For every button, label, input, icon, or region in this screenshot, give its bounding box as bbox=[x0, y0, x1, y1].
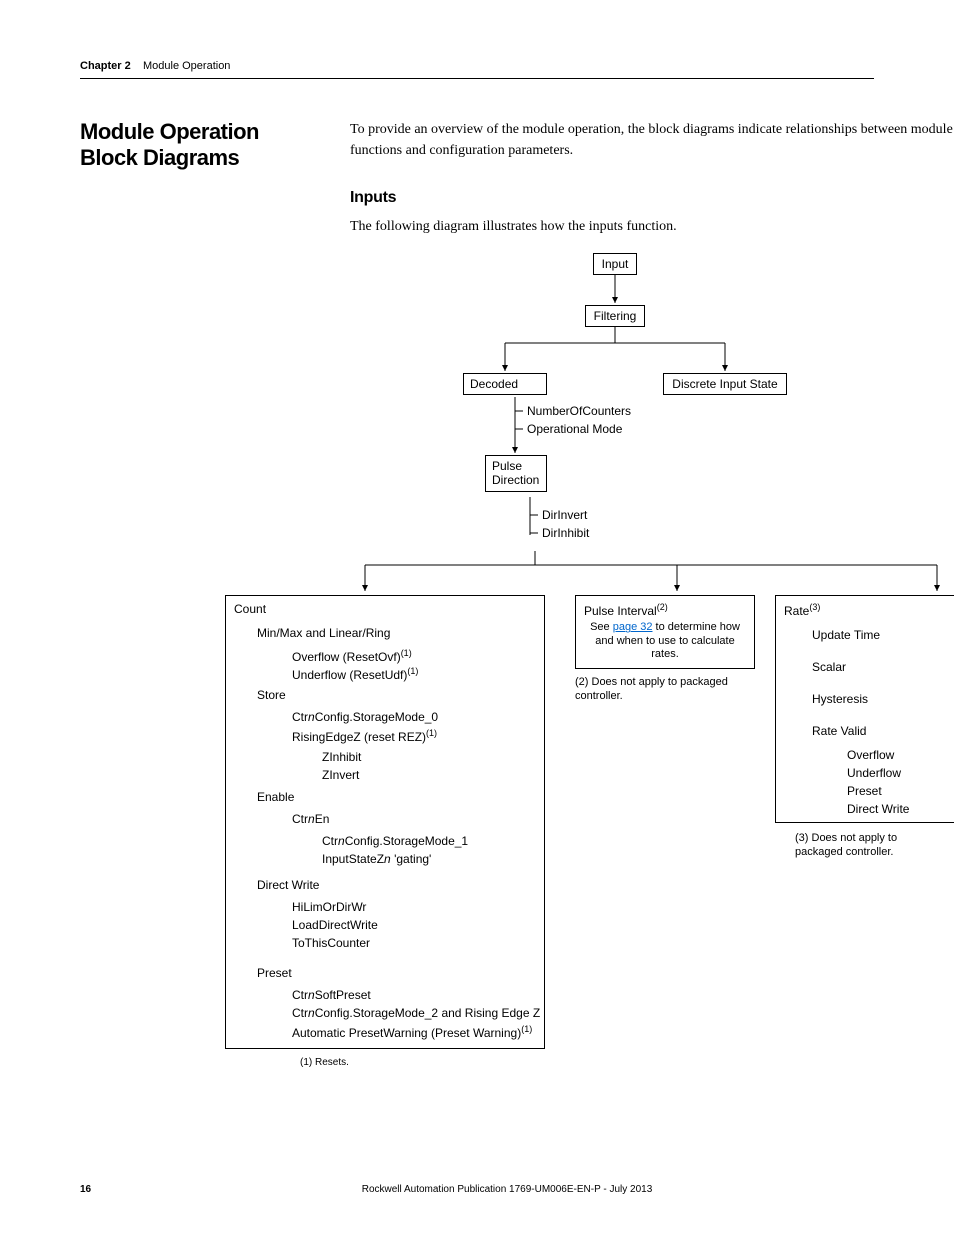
box-decoded: Decoded bbox=[463, 373, 547, 395]
label-rate-valid: Rate Valid bbox=[812, 724, 866, 740]
rate-title: Rate(3) bbox=[784, 602, 946, 618]
label-update-time: Update Time bbox=[812, 628, 880, 644]
box-pulse-direction: Pulse Direction bbox=[485, 455, 547, 492]
label-underflow-resetudf: Underflow (ResetUdf)(1) bbox=[292, 666, 418, 684]
label-loaddirectwrite: LoadDirectWrite bbox=[292, 918, 378, 934]
section-title: Module Operation Block Diagrams bbox=[80, 119, 320, 172]
page-number: 16 bbox=[80, 1184, 140, 1195]
label-storagemode-2: CtrnConfig.StorageMode_2 and Rising Edge… bbox=[292, 1006, 540, 1022]
footnote-2: (2) Does not apply to packaged controlle… bbox=[575, 675, 740, 704]
label-ctrn-softpreset: CtrnSoftPreset bbox=[292, 988, 371, 1004]
label-zinhibit: ZInhibit bbox=[322, 750, 361, 766]
intro-text: To provide an overview of the module ope… bbox=[350, 119, 954, 161]
publication-id: Rockwell Automation Publication 1769-UM0… bbox=[140, 1184, 874, 1195]
subsection-intro: The following diagram illustrates how th… bbox=[350, 219, 954, 235]
label-dirinhibit: DirInhibit bbox=[542, 526, 589, 542]
page-footer: 16 Rockwell Automation Publication 1769-… bbox=[80, 1184, 874, 1195]
chapter-label: Chapter 2 bbox=[80, 60, 131, 72]
box-filtering: Filtering bbox=[585, 305, 645, 327]
label-rate-directwrite: Direct Write bbox=[847, 802, 909, 818]
label-hilimordirwr: HiLimOrDirWr bbox=[292, 900, 366, 916]
label-hysteresis: Hysteresis bbox=[812, 692, 868, 708]
box-pulse-interval: Pulse Interval(2) See page 32 to determi… bbox=[575, 595, 755, 669]
inputs-block-diagram: Input Filtering Decoded Discrete Input S… bbox=[195, 253, 954, 1113]
label-storagemode-1: CtrnConfig.StorageMode_1 bbox=[322, 834, 468, 850]
running-head: Chapter 2 Module Operation bbox=[80, 60, 874, 72]
label-storagemode-0: CtrnConfig.StorageMode_0 bbox=[292, 710, 438, 726]
label-ctrn-en: CtrnEn bbox=[292, 812, 329, 828]
label-minmax: Min/Max and Linear/Ring bbox=[257, 626, 390, 642]
label-store: Store bbox=[257, 688, 286, 704]
label-directwrite: Direct Write bbox=[257, 878, 319, 894]
label-enable: Enable bbox=[257, 790, 294, 806]
label-operational-mode: Operational Mode bbox=[527, 422, 622, 438]
pulse-interval-title: Pulse Interval(2) bbox=[584, 602, 746, 618]
footnote-3: (3) Does not apply to packaged controlle… bbox=[795, 831, 935, 860]
box-input: Input bbox=[593, 253, 637, 275]
footnote-1: (1) Resets. bbox=[300, 1057, 349, 1068]
box-discrete-input-state: Discrete Input State bbox=[663, 373, 787, 395]
label-scalar: Scalar bbox=[812, 660, 846, 676]
label-tothiscounter: ToThisCounter bbox=[292, 936, 370, 952]
label-auto-presetwarning: Automatic PresetWarning (Preset Warning)… bbox=[292, 1024, 532, 1042]
pulse-interval-note: See page 32 to determine how and when to… bbox=[584, 621, 746, 661]
label-inputstatez: InputStateZn 'gating' bbox=[322, 852, 431, 868]
subsection-title: Inputs bbox=[350, 189, 954, 207]
label-rate-underflow: Underflow bbox=[847, 766, 901, 782]
label-number-of-counters: NumberOfCounters bbox=[527, 404, 631, 420]
chapter-title: Module Operation bbox=[143, 60, 230, 72]
label-dirinvert: DirInvert bbox=[542, 508, 587, 524]
label-preset: Preset bbox=[257, 966, 292, 982]
divider bbox=[80, 78, 874, 79]
label-rate-overflow: Overflow bbox=[847, 748, 894, 764]
label-risingedgez: RisingEdgeZ (reset REZ)(1) bbox=[292, 728, 437, 746]
count-title: Count bbox=[234, 602, 536, 618]
label-zinvert: ZInvert bbox=[322, 768, 359, 784]
label-rate-preset: Preset bbox=[847, 784, 882, 800]
label-overflow-resetovf: Overflow (ResetOvf)(1) bbox=[292, 648, 412, 666]
link-page-32[interactable]: page 32 bbox=[613, 621, 653, 633]
